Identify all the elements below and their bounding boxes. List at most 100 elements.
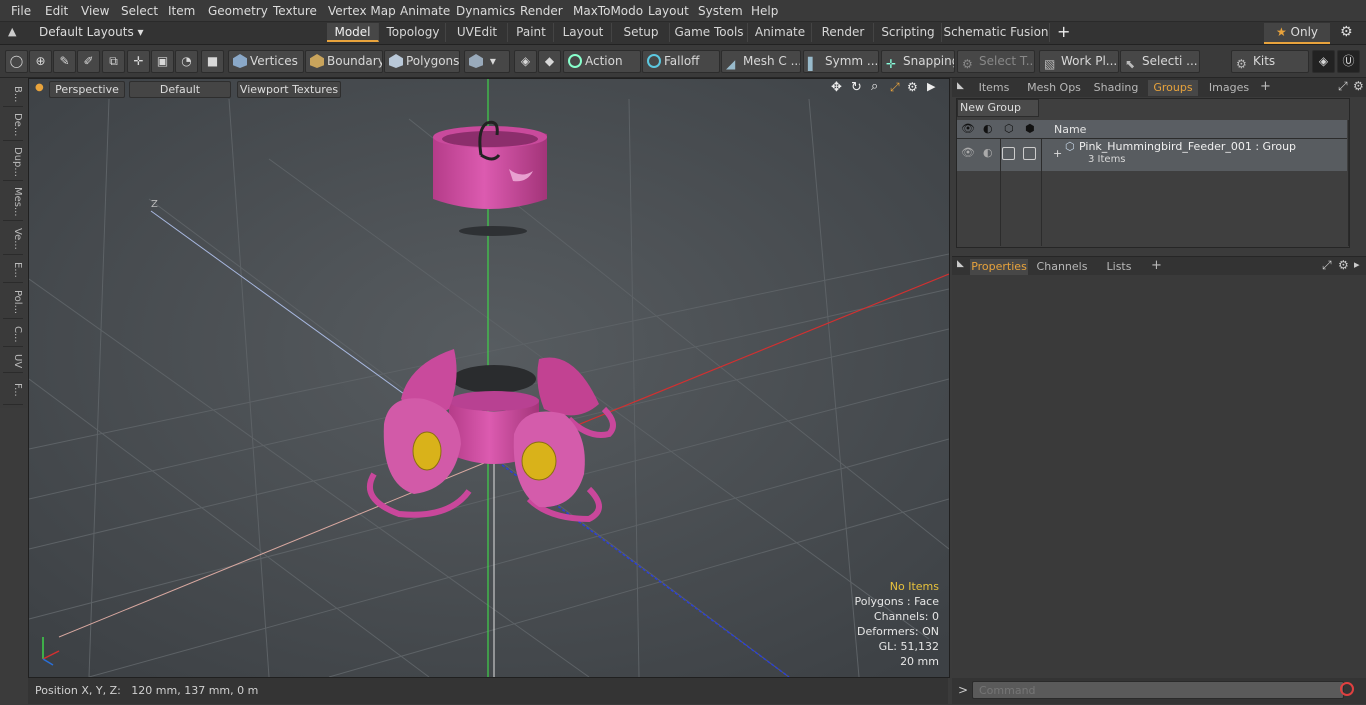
new-group-button[interactable]: New Group — [957, 99, 1039, 117]
strip-tab-deform[interactable]: De... — [3, 110, 23, 141]
expand-plus-icon[interactable]: + — [1053, 147, 1062, 160]
menu-dynamics[interactable]: Dynamics — [456, 4, 515, 18]
viewport-menu-dot-icon[interactable]: ● — [35, 82, 44, 93]
settings-cube-icon[interactable]: ◈ — [514, 50, 537, 73]
add-tab-icon[interactable]: + — [1057, 22, 1070, 41]
tab-animate[interactable]: Animate — [749, 23, 812, 42]
pan-icon[interactable]: ✥ — [831, 80, 842, 95]
strip-tab-fusion[interactable]: F... — [3, 376, 23, 405]
menu-system[interactable]: System — [698, 4, 743, 18]
group-row[interactable]: 👁 ◐ + ⬡ Pink_Hummingbird_Feeder_001 : Gr… — [957, 139, 1347, 171]
move-tool-icon[interactable]: ⧉ — [102, 50, 125, 73]
tab-scripting[interactable]: Scripting — [875, 23, 942, 42]
group-item-name[interactable]: Pink_Hummingbird_Feeder_001 : Group — [1079, 140, 1296, 153]
only-toggle[interactable]: ★ Only — [1264, 23, 1330, 44]
transform-icon[interactable]: ✛ — [127, 50, 150, 73]
tab-groups[interactable]: Groups — [1148, 80, 1198, 96]
record-icon[interactable] — [1340, 682, 1354, 696]
row-visibility-icon[interactable]: 👁 — [961, 146, 975, 159]
mesh-constraints-button[interactable]: ◢ Mesh C ... — [721, 50, 801, 73]
menu-vertex-map[interactable]: Vertex Map — [328, 4, 396, 18]
tab-topology[interactable]: Topology — [381, 23, 446, 42]
scrollbar[interactable] — [1348, 120, 1349, 246]
strip-tab-curve[interactable]: C... — [3, 322, 23, 347]
layout-selector[interactable]: Default Layouts ▾ — [39, 25, 144, 39]
tab-mesh-ops[interactable]: Mesh Ops — [1024, 80, 1084, 96]
viewport-expand-icon[interactable]: ▶ — [927, 80, 935, 93]
panel-expand-icon[interactable]: ⤢ — [1338, 79, 1348, 94]
select-through-button[interactable]: ⚙ Select T... — [957, 50, 1035, 73]
menu-item[interactable]: Item — [168, 4, 195, 18]
panel-menu-icon[interactable]: ◣ — [957, 81, 964, 91]
tab-render[interactable]: Render — [813, 23, 874, 42]
bottom-panel-menu-icon[interactable]: ◣ — [957, 259, 964, 269]
tab-setup[interactable]: Setup — [613, 23, 670, 42]
menu-animate[interactable]: Animate — [400, 4, 450, 18]
add-bottom-tab-icon[interactable]: + — [1151, 258, 1162, 273]
cube-shade-icon[interactable]: ■ — [201, 50, 224, 73]
strip-tab-duplicate[interactable]: Dup... — [3, 144, 23, 181]
visibility-col-icon[interactable]: 👁 — [961, 122, 975, 135]
rotate-icon[interactable]: ◔ — [175, 50, 198, 73]
shield-cube-icon[interactable]: ◆ — [538, 50, 561, 73]
command-input[interactable] — [972, 681, 1344, 699]
tab-schematic-fusion[interactable]: Schematic Fusion — [943, 23, 1050, 42]
action-center-button[interactable]: Action — [563, 50, 641, 73]
tab-layout[interactable]: Layout — [555, 23, 612, 42]
unity-icon[interactable]: ◈ — [1312, 50, 1335, 73]
pen-icon[interactable]: ✎ — [53, 50, 76, 73]
menu-view[interactable]: View — [81, 4, 109, 18]
lock-col-icon[interactable]: ⬡ — [1004, 122, 1014, 135]
globe-icon[interactable]: ⊕ — [29, 50, 52, 73]
tab-model[interactable]: Model — [327, 23, 379, 42]
work-plane-button[interactable]: ▧ Work Pl... — [1039, 50, 1119, 73]
select-col-icon[interactable]: ⬢ — [1025, 122, 1035, 135]
strip-tab-basic[interactable]: B... — [3, 82, 23, 107]
tab-uvedit[interactable]: UVEdit — [447, 23, 508, 42]
scale-icon[interactable]: ▣ — [151, 50, 174, 73]
add-panel-tab-icon[interactable]: + — [1260, 79, 1271, 94]
tab-shading[interactable]: Shading — [1090, 80, 1142, 96]
brush-icon[interactable]: ✐ — [77, 50, 100, 73]
orbit-icon[interactable]: ↻ — [851, 80, 862, 95]
up-arrow-icon[interactable]: ▲ — [8, 25, 16, 38]
tab-items[interactable]: Items — [972, 80, 1016, 96]
snapping-button[interactable]: ✛ Snapping — [881, 50, 955, 73]
viewport-textures-button[interactable]: Viewport Textures — [237, 81, 341, 98]
tab-channels[interactable]: Channels — [1036, 259, 1088, 275]
menu-file[interactable]: File — [11, 4, 31, 18]
menu-render[interactable]: Render — [520, 4, 563, 18]
tab-images[interactable]: Images — [1204, 80, 1254, 96]
row-lock-checkbox[interactable] — [1002, 147, 1015, 160]
gear-icon[interactable]: ⚙ — [1340, 24, 1353, 40]
menu-geometry[interactable]: Geometry — [208, 4, 268, 18]
falloff-button[interactable]: Falloff — [642, 50, 720, 73]
row-select-checkbox[interactable] — [1023, 147, 1036, 160]
bottom-expand-icon[interactable]: ⤢ — [1322, 258, 1332, 273]
3d-viewport[interactable]: Z ● Perspective Default Viewport Texture… — [28, 78, 950, 678]
tab-lists[interactable]: Lists — [1094, 259, 1144, 275]
viewport-gear-icon[interactable]: ⚙ — [907, 80, 918, 94]
strip-tab-polygon[interactable]: Pol... — [3, 286, 23, 319]
symmetry-button[interactable]: ▌ Symm ... — [803, 50, 879, 73]
unreal-icon[interactable]: Ⓤ — [1337, 50, 1360, 73]
panel-gear-icon[interactable]: ⚙ — [1353, 79, 1364, 93]
view-perspective-button[interactable]: Perspective — [49, 81, 125, 98]
bottom-collapse-icon[interactable]: ▸ — [1354, 258, 1360, 271]
vertices-button[interactable]: Vertices — [228, 50, 304, 73]
strip-tab-uv[interactable]: UV — [3, 350, 23, 373]
strip-tab-mesh[interactable]: Mes... — [3, 184, 23, 221]
name-column-header[interactable]: Name — [1054, 123, 1086, 136]
menu-select[interactable]: Select — [121, 4, 158, 18]
fit-view-icon[interactable]: ⤢ — [890, 80, 900, 95]
polygons-button[interactable]: Polygons — [384, 50, 460, 73]
shading-default-button[interactable]: Default — [129, 81, 231, 98]
render-col-icon[interactable]: ◐ — [983, 122, 993, 135]
tab-game-tools[interactable]: Game Tools — [671, 23, 748, 42]
menu-texture[interactable]: Texture — [273, 4, 317, 18]
bottom-gear-icon[interactable]: ⚙ — [1338, 258, 1349, 272]
selection-button[interactable]: ⬉ Selecti ... — [1120, 50, 1200, 73]
boundary-button[interactable]: Boundary — [305, 50, 383, 73]
row-render-icon[interactable]: ◐ — [983, 146, 993, 159]
tab-properties[interactable]: Properties — [970, 259, 1028, 275]
